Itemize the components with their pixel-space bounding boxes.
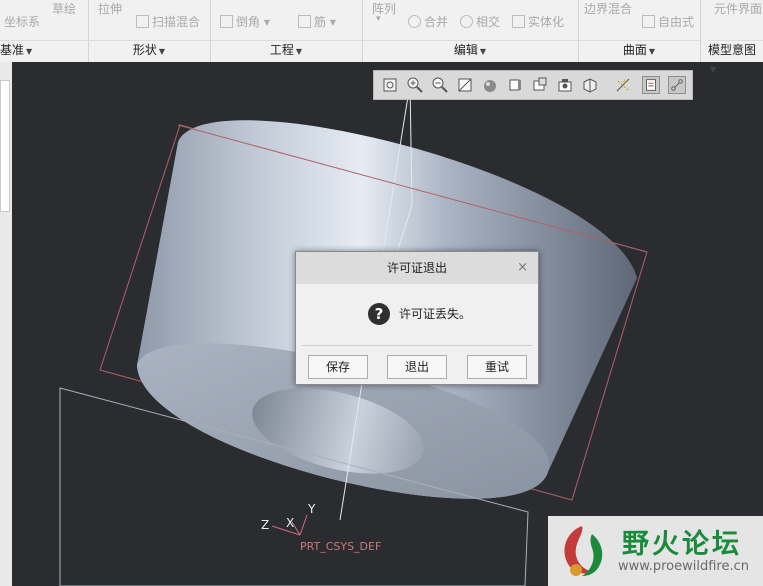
freestyle-button[interactable]: 自由式 (642, 13, 694, 30)
sketch-button[interactable]: 草绘 (52, 0, 76, 17)
model-tree-edge[interactable] (0, 62, 12, 586)
group-label-engineering[interactable]: 工程 ▼ (210, 40, 362, 59)
component-interface-button[interactable]: 元件界面 (714, 0, 762, 17)
retry-button[interactable]: 重试 (467, 355, 527, 379)
solidify-button[interactable]: 实体化 (512, 13, 564, 30)
swept-blend-icon (136, 15, 149, 28)
pattern-dropdown-icon[interactable]: ▾ (376, 14, 381, 24)
group-model-intent: 元件界面 模型意图▼ (700, 0, 763, 74)
dialog-divider (302, 345, 532, 346)
merge-button[interactable]: 合并 (408, 13, 448, 30)
section-icon[interactable] (581, 76, 599, 94)
group-engineering: 倒角 ▾ 筋 ▾ 工程 ▼ (210, 0, 363, 62)
chamfer-button[interactable]: 倒角 ▾ (220, 13, 270, 30)
group-label-datum[interactable]: 基准 ▼ (0, 40, 88, 59)
rib-button[interactable]: 筋 ▾ (298, 13, 336, 30)
merge-icon (408, 15, 421, 28)
csys-z-label: Z (261, 518, 270, 532)
group-label-model-intent[interactable]: 模型意图▼ (708, 40, 763, 74)
freestyle-icon (642, 15, 655, 28)
question-icon: ? (368, 303, 390, 325)
extrude-button[interactable]: 拉伸 (98, 0, 122, 17)
saved-orientations-icon[interactable] (506, 76, 524, 94)
csys-y-label: Y (308, 502, 316, 516)
dialog-message: 许可证丢失。 (399, 307, 472, 321)
intersect-icon (460, 15, 473, 28)
group-label-shapes[interactable]: 形状 ▼ (88, 40, 210, 59)
close-icon[interactable]: × (517, 252, 528, 284)
dialog-title: 许可证退出 (296, 252, 538, 284)
exit-button[interactable]: 退出 (387, 355, 447, 379)
boundary-blend-button[interactable]: 边界混合 (584, 0, 632, 17)
view-manager-icon[interactable] (531, 76, 549, 94)
watermark-title: 野火论坛 (622, 529, 742, 560)
repaint-icon[interactable] (456, 76, 474, 94)
annotation-display-icon[interactable] (642, 76, 660, 94)
intersect-button[interactable]: 相交 (460, 13, 500, 30)
license-exit-dialog: 许可证退出 × ? 许可证丢失。 保存 退出 重试 (295, 251, 539, 385)
forum-watermark: 野火论坛 www.proewildfire.cn (548, 516, 763, 586)
zoom-out-icon[interactable] (431, 76, 449, 94)
ribbon: 坐标系 草绘 基准 ▼ 拉伸 扫描混合 形状 ▼ 倒角 ▾ 筋 ▾ 工程 ▼ 阵列 ▾… (0, 0, 763, 74)
flame-logo-icon (564, 526, 603, 576)
coordinate-system-button[interactable]: 坐标系 (4, 13, 40, 30)
spin-center-icon[interactable] (668, 76, 686, 94)
group-label-editing[interactable]: 编辑 ▼ (362, 40, 578, 59)
graphics-toolbar: + (373, 70, 693, 100)
datum-display-icon[interactable]: + (614, 76, 632, 94)
zoom-in-icon[interactable] (406, 76, 424, 94)
csys-x-label: X (286, 516, 295, 530)
model-tree-scrollbar[interactable] (0, 80, 10, 212)
save-button[interactable]: 保存 (308, 355, 368, 379)
solidify-icon (512, 15, 525, 28)
csys-name-label[interactable]: PRT_CSYS_DEF (300, 540, 381, 553)
group-label-surfaces[interactable]: 曲面 ▼ (578, 40, 700, 59)
rib-icon (298, 15, 311, 28)
refit-icon[interactable] (381, 76, 399, 94)
perspective-view-icon[interactable] (556, 76, 574, 94)
display-style-icon[interactable] (481, 76, 499, 94)
swept-blend-button[interactable]: 扫描混合 (136, 13, 200, 30)
group-datum: 坐标系 草绘 基准 ▼ (0, 0, 89, 62)
group-surfaces: 边界混合 自由式 曲面 ▼ (578, 0, 701, 62)
group-editing: 阵列 ▾ 合并 相交 实体化 编辑 ▼ (362, 0, 579, 62)
chamfer-icon (220, 15, 233, 28)
svg-text:+: + (622, 78, 628, 86)
watermark-url: www.proewildfire.cn (618, 559, 749, 574)
group-shapes: 拉伸 扫描混合 形状 ▼ (88, 0, 211, 62)
